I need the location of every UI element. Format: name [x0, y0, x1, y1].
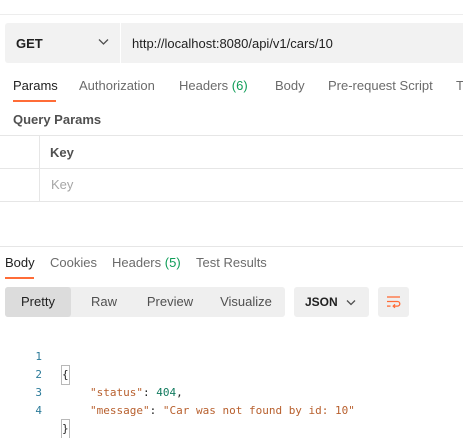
request-url-input[interactable]: http://localhost:8080/api/v1/cars/10 [121, 23, 463, 63]
chevron-down-icon [346, 300, 356, 306]
tab-params-label: Params [13, 78, 58, 93]
tab-body[interactable]: Body [275, 76, 305, 102]
raw-button[interactable]: Raw [71, 287, 137, 317]
wrap-lines-button[interactable] [378, 287, 409, 317]
tab-headers-count: (6) [231, 78, 248, 93]
pane-divider[interactable] [0, 246, 463, 247]
line-number: 4 [35, 404, 42, 417]
http-method-select[interactable]: GET [5, 23, 120, 63]
response-tabs: Body Cookies Headers (5) Test Results [0, 255, 463, 279]
query-params-table: Key Key [0, 135, 463, 202]
request-url-text: http://localhost:8080/api/v1/cars/10 [132, 35, 333, 51]
response-tab-headers[interactable]: Headers (5) [112, 255, 181, 279]
column-header-key: Key [50, 145, 74, 160]
http-method-label: GET [16, 35, 43, 51]
table-divider [0, 201, 463, 202]
active-tab-underline [13, 100, 56, 102]
response-tab-cookies[interactable]: Cookies [50, 255, 97, 279]
chevron-down-icon [98, 39, 109, 45]
response-format-label: JSON [305, 295, 338, 309]
tab-params[interactable]: Params [13, 76, 58, 102]
tab-tests-label: T [456, 78, 463, 93]
pretty-button[interactable]: Pretty [5, 287, 71, 317]
response-tab-cookies-label: Cookies [50, 255, 97, 270]
table-divider [0, 168, 463, 169]
json-close-brace: } [61, 419, 70, 438]
response-tab-test-results[interactable]: Test Results [196, 255, 267, 279]
wrap-lines-icon [387, 296, 401, 309]
visualize-button[interactable]: Visualize [207, 287, 285, 317]
table-column-divider [39, 135, 40, 202]
tab-authorization-label: Authorization [79, 78, 155, 93]
response-tab-body[interactable]: Body [5, 255, 35, 279]
tab-authorization[interactable]: Authorization [79, 76, 155, 102]
response-view-mode-group: Pretty Raw Preview Visualize [5, 287, 285, 317]
response-tab-headers-count: (5) [164, 255, 181, 270]
json-key: "status" [90, 386, 143, 399]
tab-body-label: Body [275, 78, 305, 93]
code-line: 4 } [0, 384, 70, 438]
code-line: 3 "message": "Car was not found by id: 1… [0, 366, 355, 417]
json-status-entry: "status": 404, [90, 386, 183, 399]
response-tab-headers-label: Headers [112, 255, 162, 270]
tab-pre-request-script[interactable]: Pre-request Script [328, 76, 433, 102]
tab-headers-label: Headers [179, 78, 229, 93]
preview-button[interactable]: Preview [137, 287, 203, 317]
response-format-select[interactable]: JSON [294, 287, 369, 317]
tab-headers[interactable]: Headers (6) [179, 76, 248, 102]
query-params-title: Query Params [13, 112, 102, 127]
table-divider [0, 135, 463, 136]
json-open-brace: { [61, 365, 70, 385]
json-number-value: 404 [156, 386, 177, 399]
code-line: 1 { [0, 330, 70, 385]
code-line: 2 "status": 404, [0, 348, 182, 399]
json-key: "message" [90, 404, 150, 417]
param-key-input[interactable]: Key [51, 177, 73, 192]
postman-request-view: GET http://localhost:8080/api/v1/cars/10… [0, 0, 463, 438]
json-message-entry: "message": "Car was not found by id: 10" [90, 404, 355, 417]
active-tab-underline [5, 277, 34, 279]
json-string-value: "Car was not found by id: 10" [162, 404, 355, 417]
request-tabs: Params Authorization Headers (6) Body Pr… [0, 76, 463, 102]
response-tab-test-results-label: Test Results [196, 255, 267, 270]
tab-pre-request-script-label: Pre-request Script [328, 78, 433, 93]
response-tab-body-label: Body [5, 255, 35, 270]
divider [0, 14, 463, 15]
tab-tests[interactable]: T [456, 76, 463, 102]
